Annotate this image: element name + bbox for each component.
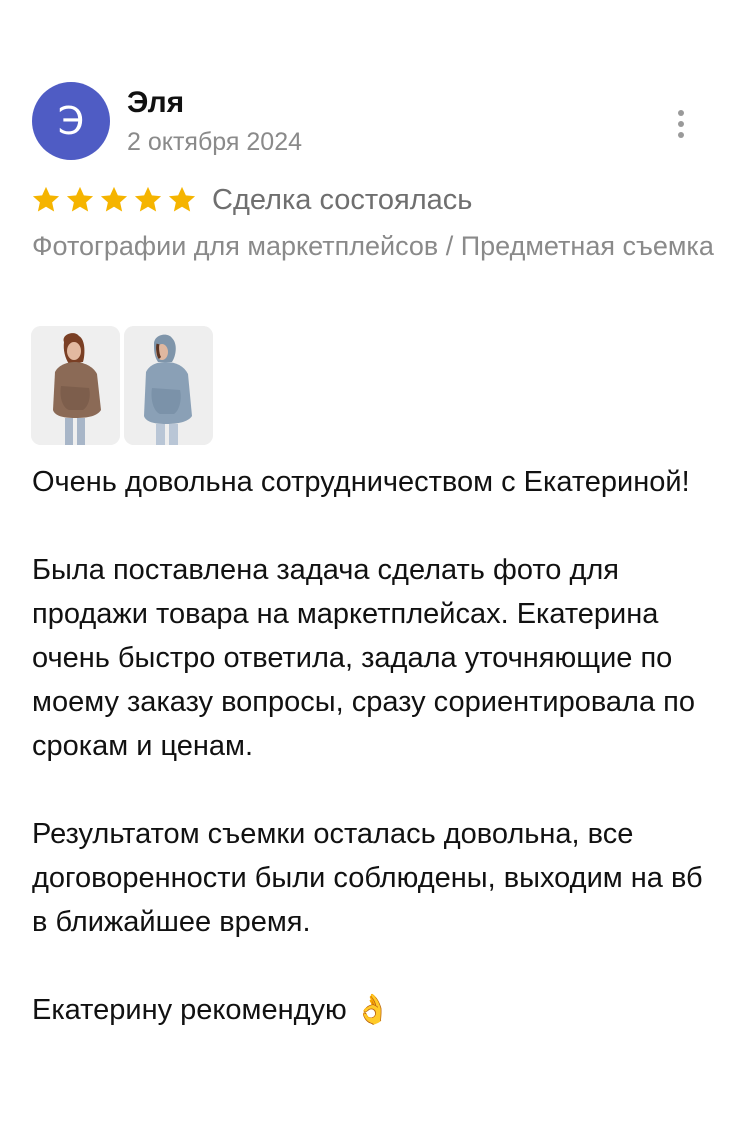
review-text: Очень довольна сотрудничеством с Екатери… — [32, 466, 703, 1026]
star-icon — [168, 186, 196, 212]
star-icon — [100, 186, 128, 212]
review-photo[interactable] — [31, 326, 120, 445]
star-icon — [134, 186, 162, 212]
photo-blue-hoodie — [124, 326, 213, 445]
rating-stars — [30, 184, 198, 216]
photo-gallery — [31, 326, 213, 445]
photo-brown-hoodie — [31, 326, 120, 445]
more-options-button[interactable] — [664, 104, 698, 144]
avatar[interactable]: Э — [32, 82, 110, 160]
author-name[interactable]: Эля — [127, 86, 184, 120]
review-photo[interactable] — [124, 326, 213, 445]
deal-status: Сделка состоялась — [212, 183, 473, 216]
star-icon — [66, 186, 94, 212]
rating-row: Сделка состоялась — [30, 180, 472, 220]
review-card: Э Эля 2 октября 2024 Сделка состоялась Ф… — [0, 0, 749, 1136]
avatar-initial: Э — [57, 99, 85, 143]
service-category[interactable]: Фотографии для маркетплейсов / Предметна… — [32, 226, 722, 266]
more-vertical-icon — [678, 110, 684, 116]
star-icon — [32, 186, 60, 212]
review-date: 2 октября 2024 — [127, 128, 302, 156]
